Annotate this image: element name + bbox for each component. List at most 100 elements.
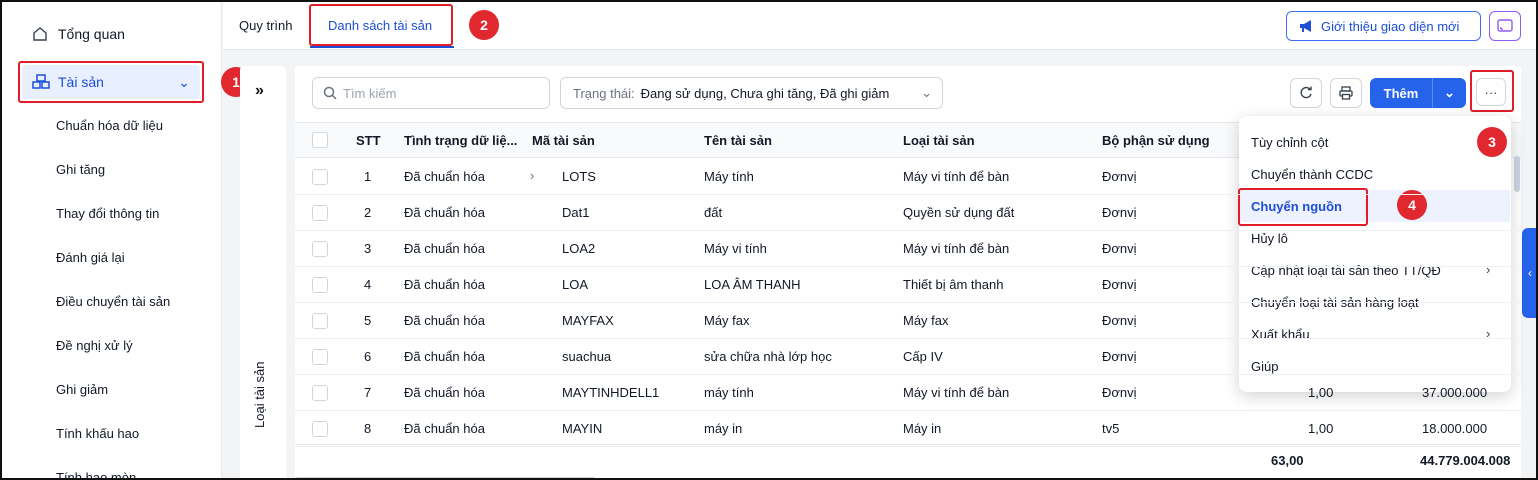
sidebar-subitem[interactable]: Ghi giảm (56, 382, 108, 397)
column-header[interactable]: Bộ phận sử dụng (1102, 133, 1210, 148)
table-cell-dept: Đơnvị (1102, 241, 1137, 256)
table-cell-stt: 8 (364, 421, 372, 436)
table-cell-name: máy tính (704, 385, 754, 400)
sidebar-subitem[interactable]: Đánh giá lại (56, 250, 125, 265)
row-checkbox[interactable] (312, 421, 328, 437)
tab-underline (310, 46, 454, 48)
table-cell-status: Đã chuẩn hóa (404, 205, 485, 220)
table-cell-qty: 1,00 (1308, 421, 1334, 436)
table-cell-status: Đã chuẩn hóa (404, 313, 485, 328)
search-icon (323, 86, 337, 100)
table-cell-dept: Đơnvị (1102, 205, 1137, 220)
table-cell-dept: Đơnvị (1102, 169, 1137, 184)
table-cell-type: Máy fax (903, 313, 949, 328)
expand-row-icon[interactable]: › (530, 168, 534, 183)
column-header[interactable]: Mã tài sản (532, 133, 595, 148)
chevron-left-icon: ‹ (1528, 266, 1532, 280)
row-checkbox[interactable] (312, 241, 328, 257)
table-cell-code: LOTS (562, 169, 596, 184)
printer-icon (1339, 86, 1353, 100)
row-checkbox[interactable] (312, 205, 328, 221)
totals-row (295, 444, 1521, 478)
home-icon (33, 27, 47, 41)
sidebar-subitem[interactable]: Chuẩn hóa dữ liệu (56, 118, 163, 133)
table-cell-stt: 4 (364, 277, 372, 292)
table-cell-status: Đã chuẩn hóa (404, 277, 485, 292)
intro-button-label: Giới thiệu giao diện mới (1321, 18, 1460, 34)
table-cell-status: Đã chuẩn hóa (404, 349, 485, 364)
sidebar-item-overview[interactable]: Tổng quan (32, 26, 125, 42)
refresh-button[interactable] (1290, 78, 1322, 108)
table-cell-status: Đã chuẩn hóa (404, 385, 485, 400)
table-cell-name: Máy fax (704, 313, 750, 328)
row-checkbox[interactable] (312, 169, 328, 185)
sidebar-subitem[interactable]: Điều chuyển tài sản (56, 294, 170, 309)
table-cell-name: sửa chữa nhà lớp học (704, 349, 832, 364)
table-cell-dept: tv5 (1102, 421, 1120, 436)
table-cell-amount: 37.000.000 (1422, 385, 1488, 400)
row-checkbox[interactable] (312, 385, 328, 401)
table-cell-name: Máy vi tính (704, 241, 767, 256)
column-header[interactable]: Tên tài sản (704, 133, 772, 148)
intro-new-ui-button[interactable]: Giới thiệu giao diện mới (1286, 11, 1481, 41)
chevron-down-icon[interactable]: ⌄ (1433, 85, 1466, 101)
table-cell-type: Máy vi tính để bàn (903, 169, 1010, 184)
side-drawer-toggle[interactable]: ‹ (1522, 228, 1536, 318)
menu-item-customize-columns[interactable]: Tùy chỉnh cột (1251, 135, 1328, 150)
row-checkbox[interactable] (312, 313, 328, 329)
expand-panel-icon[interactable]: » (255, 82, 264, 100)
sidebar-subitem[interactable]: Tính khấu hao (56, 426, 139, 441)
table-cell-name: máy in (704, 421, 743, 436)
tab-asset-list[interactable]: Danh sách tài sản (328, 18, 432, 33)
table-cell-type: Máy vi tính để bàn (903, 385, 1010, 400)
status-filter-select[interactable]: Trạng thái: Đang sử dụng, Chưa ghi tăng,… (560, 77, 943, 109)
table-cell-type: Thiết bị âm thanh (903, 277, 1004, 292)
table-cell-code: suachua (562, 349, 612, 364)
table-cell-name: đất (704, 205, 723, 220)
chevron-down-icon: ⌄ (178, 73, 190, 90)
megaphone-icon (1300, 20, 1311, 32)
sidebar-subitem[interactable]: Tính hao mòn (56, 470, 136, 478)
table-cell-stt: 3 (364, 241, 372, 256)
table-cell-code: MAYTINHDELL1 (562, 385, 660, 400)
search-input[interactable]: Tìm kiếm (312, 77, 550, 109)
tab-process[interactable]: Quy trình (239, 18, 292, 33)
add-button-label: Thêm (1383, 85, 1419, 101)
print-button[interactable] (1330, 78, 1362, 108)
sidebar-subitem[interactable]: Ghi tăng (56, 162, 105, 177)
table-cell-dept: Đơnvị (1102, 385, 1137, 400)
row-checkbox[interactable] (312, 277, 328, 293)
table-cell-stt: 2 (364, 205, 372, 220)
sidebar-subitem[interactable]: Đề nghị xử lý (56, 338, 133, 353)
filter-label: Trạng thái: (573, 85, 635, 101)
asset-type-panel-label: Loại tài sản (252, 361, 267, 429)
table-cell-dept: Đơnvị (1102, 277, 1137, 292)
sidebar-item-assets[interactable]: Tài sản ⌄ (22, 65, 200, 99)
table-cell-code: MAYIN (562, 421, 603, 436)
select-all-checkbox[interactable] (312, 132, 328, 148)
sidebar-subitem[interactable]: Thay đổi thông tin (56, 206, 159, 221)
table-cell-type: Quyền sử dụng đất (903, 205, 1015, 220)
table-cell-stt: 7 (364, 385, 372, 400)
add-button[interactable]: Thêm ⌄ (1370, 78, 1466, 108)
cast-icon (1497, 19, 1513, 32)
table-cell-stt: 1 (364, 169, 372, 184)
total-quantity: 63,00 (1271, 453, 1304, 468)
table-cell-status: Đã chuẩn hóa (404, 421, 485, 436)
column-header[interactable]: Loại tài sản (903, 133, 975, 148)
table-cell-dept: Đơnvị (1102, 313, 1137, 328)
boxes-icon (32, 74, 50, 89)
more-options-button[interactable]: ··· (1476, 78, 1506, 106)
cast-button[interactable] (1489, 11, 1521, 41)
column-header[interactable]: STT (356, 133, 381, 148)
total-amount: 44.779.004.008 (1420, 453, 1511, 468)
more-dots-icon: ··· (1484, 84, 1498, 100)
table-cell-type: Cấp IV (903, 349, 943, 364)
table-cell-type: Máy in (903, 421, 942, 436)
column-header[interactable]: Tình trạng dữ liệ... (404, 133, 517, 148)
table-cell-code: MAYFAX (562, 313, 614, 328)
sidebar-item-label: Tài sản (58, 74, 104, 90)
chevron-down-icon: ⌄ (921, 85, 932, 100)
annotation-badge: 2 (469, 10, 499, 40)
row-checkbox[interactable] (312, 349, 328, 365)
